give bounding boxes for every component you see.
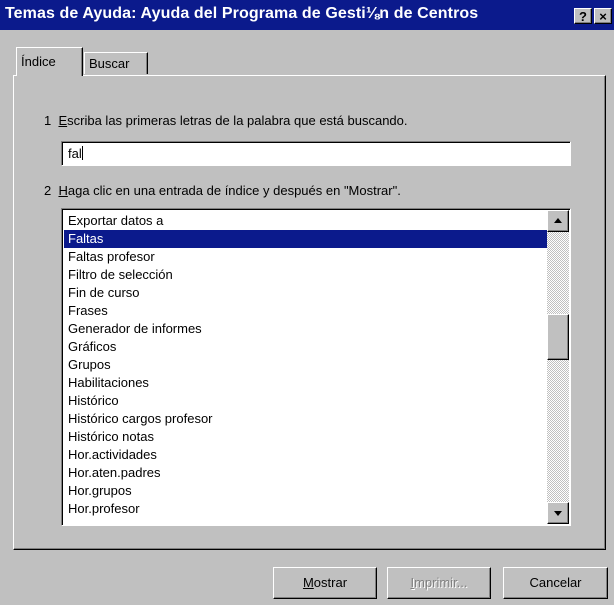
print-button-label: mprimir... bbox=[414, 575, 468, 590]
tab-indice[interactable]: Índice bbox=[16, 47, 83, 76]
show-button-label: ostrar bbox=[313, 575, 348, 590]
show-button[interactable]: Mostrar bbox=[273, 567, 377, 599]
tab-panel bbox=[13, 75, 606, 550]
help-button[interactable]: ? bbox=[574, 8, 592, 24]
cancel-button-label: Cancelar bbox=[529, 575, 582, 590]
print-button[interactable]: Imprimir... bbox=[387, 567, 491, 599]
tab-buscar[interactable]: Buscar bbox=[84, 52, 148, 74]
show-button-mnemonic: M bbox=[302, 575, 314, 590]
tab-indice-label: Índice bbox=[21, 54, 56, 69]
tab-buscar-label: Buscar bbox=[89, 56, 130, 71]
cancel-button[interactable]: Cancelar bbox=[503, 567, 608, 599]
window-title: Temas de Ayuda: Ayuda del Programa de Ge… bbox=[5, 5, 479, 22]
title-bar[interactable]: Temas de Ayuda: Ayuda del Programa de Ge… bbox=[0, 0, 614, 30]
close-button[interactable]: × bbox=[594, 8, 612, 24]
